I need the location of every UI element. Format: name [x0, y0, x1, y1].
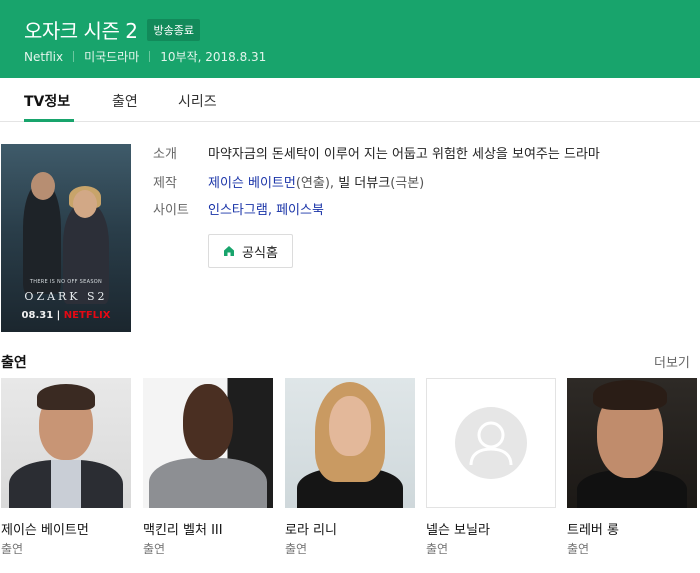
cast-role: 출연	[285, 542, 308, 556]
cast-role: 출연	[567, 542, 590, 556]
meta-divider	[73, 51, 75, 62]
cast-name[interactable]: 맥킨리 벨처 III	[143, 519, 223, 538]
cast-photo-placeholder[interactable]	[426, 378, 556, 508]
cast-section-title: 출연	[1, 355, 27, 371]
poster-date: 08.31	[21, 310, 54, 321]
cast-photo[interactable]	[1, 378, 131, 508]
poster-figure	[73, 190, 97, 218]
active-tab-indicator	[24, 119, 74, 122]
tab-cast[interactable]: 출연	[112, 91, 138, 111]
poster-divider: |	[56, 310, 64, 321]
intro-value: 마약자금의 돈세탁이 이루어 지는 어둡고 위험한 세상을 보여주는 드라마	[208, 147, 600, 162]
cast-name[interactable]: 넬슨 보닐라	[426, 519, 490, 538]
director-role: (연출),	[295, 176, 339, 191]
episodes-date-label: 10부작, 2018.8.31	[160, 50, 267, 64]
cast-card[interactable]: 로라 리니 출연	[285, 378, 415, 556]
poster-figure	[23, 184, 61, 294]
poster-figure	[63, 204, 109, 304]
photo-figure	[329, 396, 371, 456]
director-link[interactable]: 제이슨 베이트먼	[208, 176, 296, 191]
cast-name[interactable]: 트레버 롱	[567, 519, 619, 538]
show-meta: Netflix 미국드라마 10부작, 2018.8.31	[24, 48, 266, 65]
production-value: 제이슨 베이트먼(연출), 빌 더뷰크(극본)	[208, 172, 424, 191]
photo-figure	[51, 460, 81, 508]
cast-photo[interactable]	[285, 378, 415, 508]
status-badge: 방송종료	[147, 18, 200, 41]
poster-tagline: THERE IS NO OFF SEASON	[29, 279, 103, 285]
intro-label: 소개	[153, 147, 177, 162]
photo-figure	[149, 458, 267, 508]
title-row: 오자크 시즌 2 방송종료	[24, 15, 200, 44]
production-label: 제작	[153, 176, 177, 191]
show-header: 오자크 시즌 2 방송종료 Netflix 미국드라마 10부작, 2018.8…	[0, 0, 700, 78]
site-value: 인스타그램, 페이스북	[208, 199, 324, 218]
cast-role: 출연	[1, 542, 24, 556]
site-separator: ,	[267, 203, 277, 218]
poster-figure	[31, 172, 55, 200]
show-poster[interactable]: THERE IS NO OFF SEASON OZARK S2 08.31 | …	[1, 144, 131, 332]
network-label: Netflix	[24, 49, 64, 64]
cast-name[interactable]: 로라 리니	[285, 519, 337, 538]
genre-label: 미국드라마	[84, 50, 140, 64]
photo-figure	[593, 380, 667, 410]
home-icon	[224, 246, 235, 256]
facebook-link[interactable]: 페이스북	[276, 203, 324, 218]
cast-card[interactable]: 맥킨리 벨처 III 출연	[143, 378, 273, 556]
more-cast-link[interactable]: 더보기	[654, 352, 690, 371]
tab-series[interactable]: 시리즈	[178, 91, 217, 111]
cast-role: 출연	[426, 542, 449, 556]
poster-release: 08.31 | NETFLIX	[1, 310, 131, 321]
instagram-link[interactable]: 인스타그램	[208, 203, 268, 218]
tab-tv-info[interactable]: TV정보	[24, 91, 70, 111]
cast-name[interactable]: 제이슨 베이트먼	[1, 519, 89, 538]
writer-role: (극본)	[390, 176, 425, 191]
official-home-label: 공식홈	[242, 245, 278, 261]
cast-role: 출연	[143, 542, 166, 556]
writer-name: 빌 더뷰크	[338, 176, 391, 191]
person-placeholder-icon	[455, 407, 527, 479]
photo-figure	[183, 384, 233, 460]
show-title[interactable]: 오자크 시즌 2	[24, 15, 138, 44]
official-home-button[interactable]: 공식홈	[208, 234, 293, 268]
poster-brand: NETFLIX	[63, 310, 111, 321]
cast-card[interactable]: 제이슨 베이트먼 출연	[1, 378, 131, 556]
photo-figure	[37, 384, 95, 410]
cast-card[interactable]: 넬슨 보닐라 출연	[426, 378, 556, 556]
cast-photo[interactable]	[143, 378, 273, 508]
poster-logo: OZARK S2	[24, 290, 108, 303]
cast-photo[interactable]	[567, 378, 697, 508]
cast-card[interactable]: 트레버 롱 출연	[567, 378, 697, 556]
tab-bar: TV정보 출연 시리즈	[0, 78, 700, 122]
meta-divider	[149, 51, 151, 62]
site-label: 사이트	[153, 203, 189, 218]
